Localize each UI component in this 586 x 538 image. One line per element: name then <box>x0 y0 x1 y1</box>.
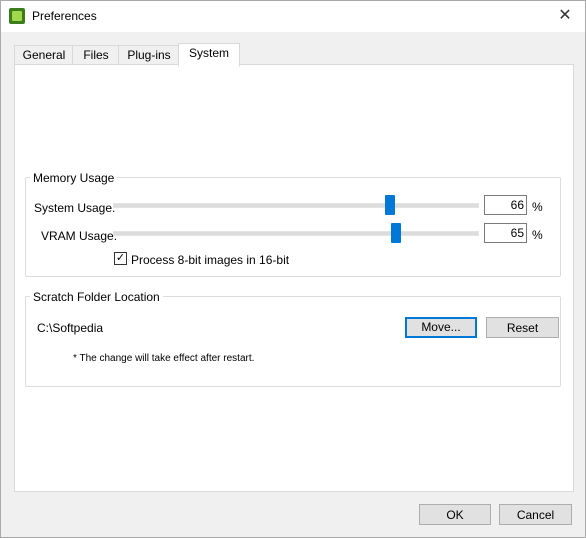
tab-plug-ins[interactable]: Plug-ins <box>118 45 180 66</box>
vram-usage-input[interactable]: 65 <box>484 223 527 243</box>
tab-general[interactable]: General <box>14 45 74 66</box>
ok-button[interactable]: OK <box>419 504 491 525</box>
system-usage-slider[interactable] <box>113 203 479 208</box>
memory-usage-label: Memory Usage <box>30 171 118 185</box>
system-usage-unit: % <box>532 200 543 214</box>
scratch-folder-path: C:\Softpedia <box>37 321 104 335</box>
system-usage-label: System Usage: <box>34 201 116 215</box>
process-8bit-label: Process 8-bit images in 16-bit <box>131 253 290 267</box>
title-bar[interactable]: Preferences ✕ <box>1 1 585 32</box>
close-icon[interactable]: ✕ <box>555 6 575 26</box>
system-usage-slider-thumb[interactable] <box>385 195 395 215</box>
preferences-window: Preferences ✕ General Files Plug-ins Sys… <box>0 0 586 538</box>
tab-system[interactable]: System <box>178 43 240 67</box>
vram-usage-slider[interactable] <box>113 231 479 236</box>
vram-usage-slider-thumb[interactable] <box>391 223 401 243</box>
system-tab-panel: Memory Usage System Usage: 66 % VRAM Usa… <box>14 64 574 492</box>
reset-button[interactable]: Reset <box>486 317 559 338</box>
window-title: Preferences <box>32 9 97 23</box>
system-usage-input[interactable]: 66 <box>484 195 527 215</box>
vram-usage-unit: % <box>532 228 543 242</box>
move-button[interactable]: Move... <box>405 317 477 338</box>
scratch-folder-group <box>25 296 561 387</box>
restart-note: * The change will take effect after rest… <box>73 353 255 364</box>
app-icon <box>9 8 25 24</box>
vram-usage-label: VRAM Usage: <box>41 229 118 243</box>
cancel-button[interactable]: Cancel <box>499 504 572 525</box>
scratch-folder-label: Scratch Folder Location <box>30 290 163 304</box>
tab-files[interactable]: Files <box>72 45 120 66</box>
memory-usage-group <box>25 177 561 277</box>
process-8bit-checkbox[interactable]: ✓ <box>114 252 127 265</box>
